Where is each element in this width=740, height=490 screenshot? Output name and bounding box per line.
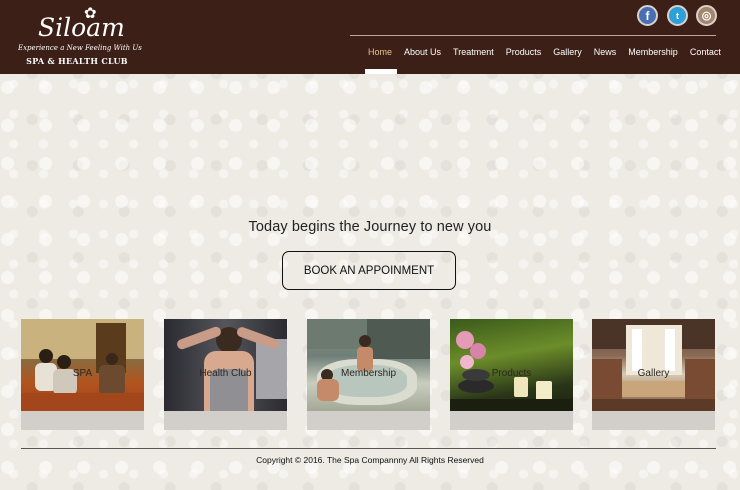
card-label-health-club: Health Club	[199, 368, 252, 379]
products-image	[450, 319, 573, 411]
footer-divider	[21, 448, 716, 449]
twitter-icon[interactable]: t	[667, 5, 688, 26]
card-footer-bar	[450, 411, 573, 430]
card-footer-bar	[164, 411, 287, 430]
nav-active-indicator	[365, 69, 397, 74]
spa-image	[21, 319, 144, 411]
site-header: ✿ Siloam Experience a New Feeling With U…	[0, 0, 740, 74]
header-divider	[350, 35, 716, 36]
card-gallery[interactable]: Gallery	[592, 319, 715, 430]
nav-item-treatment[interactable]: Treatment	[447, 44, 500, 60]
nav-item-news[interactable]: News	[588, 44, 623, 60]
card-footer-bar	[21, 411, 144, 430]
gallery-image	[592, 319, 715, 411]
card-label-gallery: Gallery	[637, 368, 670, 379]
card-health-club[interactable]: Health Club	[164, 319, 287, 430]
nav-item-gallery[interactable]: Gallery	[547, 44, 588, 60]
facebook-icon[interactable]: f	[637, 5, 658, 26]
logo-subtitle: SPA & HEALTH CLUB	[26, 56, 128, 66]
logo-tagline: Experience a New Feeling With Us	[18, 44, 142, 52]
siloam-logo[interactable]: ✿ Siloam Experience a New Feeling With U…	[18, 6, 142, 68]
hero-headline: Today begins the Journey to new you	[248, 219, 492, 235]
health-club-image	[164, 319, 287, 411]
instagram-icon[interactable]: ◎	[696, 5, 717, 26]
book-appointment-button[interactable]: BOOK AN APPOINMENT	[282, 251, 456, 290]
logo-brand-name: Siloam	[38, 13, 125, 42]
card-label-membership: Membership	[340, 368, 397, 379]
nav-item-contact[interactable]: Contact	[684, 44, 727, 60]
nav-item-home[interactable]: Home	[362, 44, 398, 60]
nav-item-membership[interactable]: Membership	[622, 44, 684, 60]
main-nav: Home About Us Treatment Products Gallery…	[362, 44, 727, 60]
nav-item-products[interactable]: Products	[500, 44, 548, 60]
card-footer-bar	[592, 411, 715, 430]
card-label-products: Products	[491, 368, 532, 379]
card-label-spa: SPA	[72, 368, 93, 379]
copyright-text: Copyright © 2016. The Spa Compannny All …	[256, 455, 484, 465]
nav-item-about-us[interactable]: About Us	[398, 44, 447, 60]
card-footer-bar	[307, 411, 430, 430]
card-membership[interactable]: Membership	[307, 319, 430, 430]
card-spa[interactable]: SPA	[21, 319, 144, 430]
membership-image	[307, 319, 430, 411]
card-products[interactable]: Products	[450, 319, 573, 430]
